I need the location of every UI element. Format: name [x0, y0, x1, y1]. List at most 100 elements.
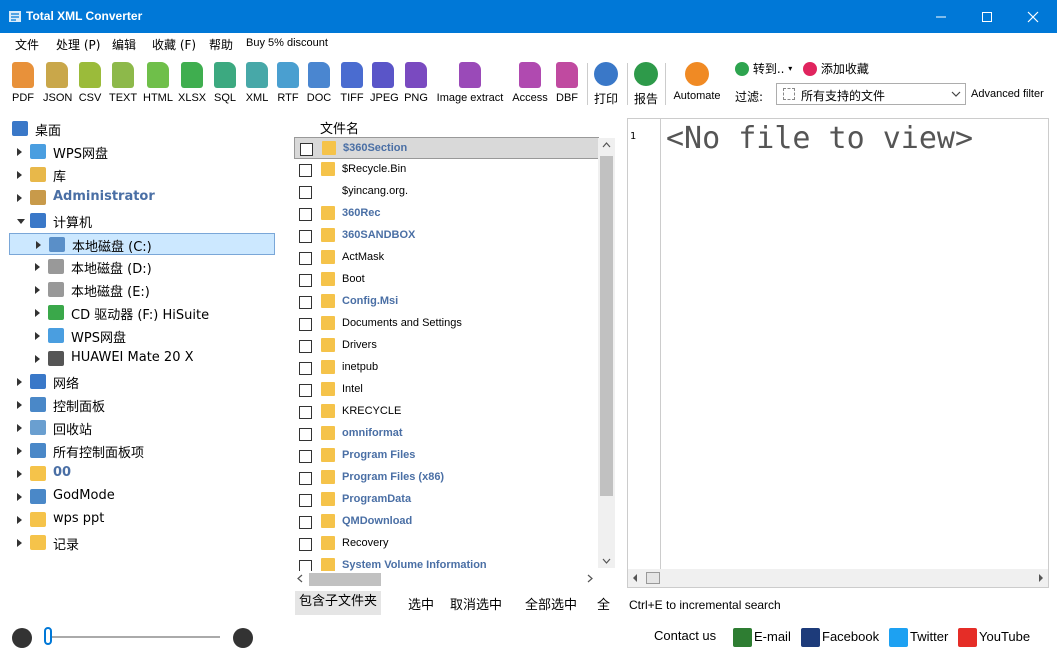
file-checkbox[interactable] [299, 384, 312, 397]
file-row[interactable]: omniformat [294, 423, 599, 445]
file-row[interactable]: 360Rec [294, 203, 599, 225]
check-all-button[interactable]: 全部选中 [525, 594, 577, 613]
file-list-vertical-scrollbar[interactable] [598, 138, 615, 568]
menu-buy-discount[interactable]: Buy 5% discount [246, 37, 328, 49]
contact-us-link[interactable]: Contact us [654, 628, 716, 643]
expand-arrow-icon[interactable] [36, 241, 41, 249]
file-row[interactable]: 360SANDBOX [294, 225, 599, 247]
menu-edit[interactable]: 编辑 [112, 36, 136, 53]
file-row[interactable]: $360Section [294, 137, 599, 159]
column-header-filename[interactable]: 文件名 [320, 118, 359, 137]
scrollbar-thumb[interactable] [309, 573, 381, 586]
preview-horizontal-scrollbar[interactable] [628, 569, 1048, 587]
close-button[interactable] [1010, 0, 1056, 33]
convert-to-rtf-button[interactable]: RTF [275, 62, 301, 108]
expand-arrow-icon[interactable] [17, 401, 22, 409]
scroll-up-icon[interactable] [602, 142, 611, 148]
advanced-filter-link[interactable]: Advanced filter [971, 88, 1044, 100]
file-checkbox[interactable] [299, 252, 312, 265]
more-actions-button[interactable]: 全 [597, 594, 610, 613]
tree-item[interactable]: 所有控制面板项 [0, 440, 280, 462]
tree-item[interactable]: wps ppt [0, 509, 280, 531]
file-row[interactable]: Documents and Settings [294, 313, 599, 335]
menu-file[interactable]: 文件 [15, 36, 39, 53]
expand-arrow-icon[interactable] [17, 148, 22, 156]
file-checkbox[interactable] [299, 362, 312, 375]
tree-item[interactable]: 桌面 [0, 118, 280, 140]
tree-item[interactable]: 本地磁盘 (E:) [0, 279, 280, 301]
scroll-right-icon[interactable] [587, 574, 593, 583]
convert-to-csv-button[interactable]: CSV [77, 62, 103, 108]
email-link[interactable]: E-mail [733, 628, 791, 647]
tree-item[interactable]: 控制面板 [0, 394, 280, 416]
scrollbar-thumb[interactable] [646, 572, 660, 584]
scroll-right-icon[interactable] [1038, 574, 1044, 582]
file-checkbox[interactable] [299, 230, 312, 243]
file-row[interactable]: inetpub [294, 357, 599, 379]
expand-arrow-icon[interactable] [35, 332, 40, 340]
expand-arrow-icon[interactable] [17, 424, 22, 432]
file-checkbox[interactable] [299, 164, 312, 177]
automate-button[interactable]: Automate [671, 62, 723, 108]
menu-process[interactable]: 处理 (P) [56, 36, 100, 53]
tree-item[interactable]: 00 [0, 463, 280, 485]
convert-to-dbf-button[interactable]: DBF [554, 62, 580, 108]
expand-arrow-icon[interactable] [35, 309, 40, 317]
file-row[interactable]: $Recycle.Bin [294, 159, 599, 181]
convert-to-image-extract-button[interactable]: Image extract [435, 62, 505, 108]
menu-help[interactable]: 帮助 [209, 36, 233, 53]
scroll-left-icon[interactable] [297, 574, 303, 583]
check-selected-button[interactable]: 选中 [408, 594, 434, 613]
file-checkbox[interactable] [299, 472, 312, 485]
facebook-link[interactable]: Facebook [801, 628, 879, 647]
uncheck-button[interactable]: 取消选中 [450, 594, 502, 613]
expand-arrow-icon[interactable] [35, 355, 40, 363]
tree-item[interactable]: 库 [0, 164, 280, 186]
file-checkbox[interactable] [299, 406, 312, 419]
scrollbar-thumb[interactable] [600, 156, 613, 496]
minimize-button[interactable] [918, 0, 964, 33]
file-checkbox[interactable] [300, 143, 313, 156]
tree-item[interactable]: HUAWEI Mate 20 X [0, 348, 280, 370]
expand-arrow-icon[interactable] [17, 378, 22, 386]
file-row[interactable]: ActMask [294, 247, 599, 269]
convert-to-xlsx-button[interactable]: XLSX [178, 62, 206, 108]
file-checkbox[interactable] [299, 186, 312, 199]
file-row[interactable]: Intel [294, 379, 599, 401]
add-favorite-button[interactable]: 添加收藏 [803, 60, 869, 77]
file-preview-pane[interactable]: 1 <No file to view> [627, 118, 1049, 588]
convert-to-html-button[interactable]: HTML [143, 62, 173, 108]
zoom-in-button[interactable] [233, 628, 253, 648]
tree-item[interactable]: 本地磁盘 (D:) [0, 256, 280, 278]
convert-to-xml-button[interactable]: XML [244, 62, 270, 108]
zoom-out-button[interactable] [12, 628, 32, 648]
file-checkbox[interactable] [299, 450, 312, 463]
expand-arrow-icon[interactable] [17, 539, 22, 547]
convert-to-access-button[interactable]: Access [512, 62, 548, 108]
tree-item[interactable]: WPS网盘 [0, 141, 280, 163]
include-subfolders-button[interactable]: 包含子文件夹 [295, 591, 382, 615]
youtube-link[interactable]: YouTube [958, 628, 1030, 647]
expand-arrow-icon[interactable] [17, 447, 22, 455]
convert-to-text-button[interactable]: TEXT [109, 62, 137, 108]
tree-item[interactable]: CD 驱动器 (F:) HiSuite [0, 302, 280, 324]
file-row[interactable]: Boot [294, 269, 599, 291]
convert-to-png-button[interactable]: PNG [403, 62, 429, 108]
convert-to-jpeg-button[interactable]: JPEG [370, 62, 399, 108]
file-checkbox[interactable] [299, 494, 312, 507]
expand-arrow-icon[interactable] [35, 263, 40, 271]
goto-button[interactable]: 转到.. ▾ [735, 60, 792, 77]
file-row[interactable]: Drivers [294, 335, 599, 357]
file-row[interactable]: $yincang.org. [294, 181, 599, 203]
tree-item[interactable]: 记录 [0, 532, 280, 554]
file-row[interactable]: QMDownload [294, 511, 599, 533]
tree-item[interactable]: Administrator [0, 187, 280, 209]
file-row[interactable]: Recovery [294, 533, 599, 555]
tree-item[interactable]: 计算机 [0, 210, 280, 232]
collapse-arrow-icon[interactable] [17, 219, 25, 224]
tree-item[interactable]: WPS网盘 [0, 325, 280, 347]
tree-item[interactable]: 回收站 [0, 417, 280, 439]
scroll-left-icon[interactable] [632, 574, 638, 582]
file-list-horizontal-scrollbar[interactable] [295, 571, 600, 587]
file-checkbox[interactable] [299, 340, 312, 353]
